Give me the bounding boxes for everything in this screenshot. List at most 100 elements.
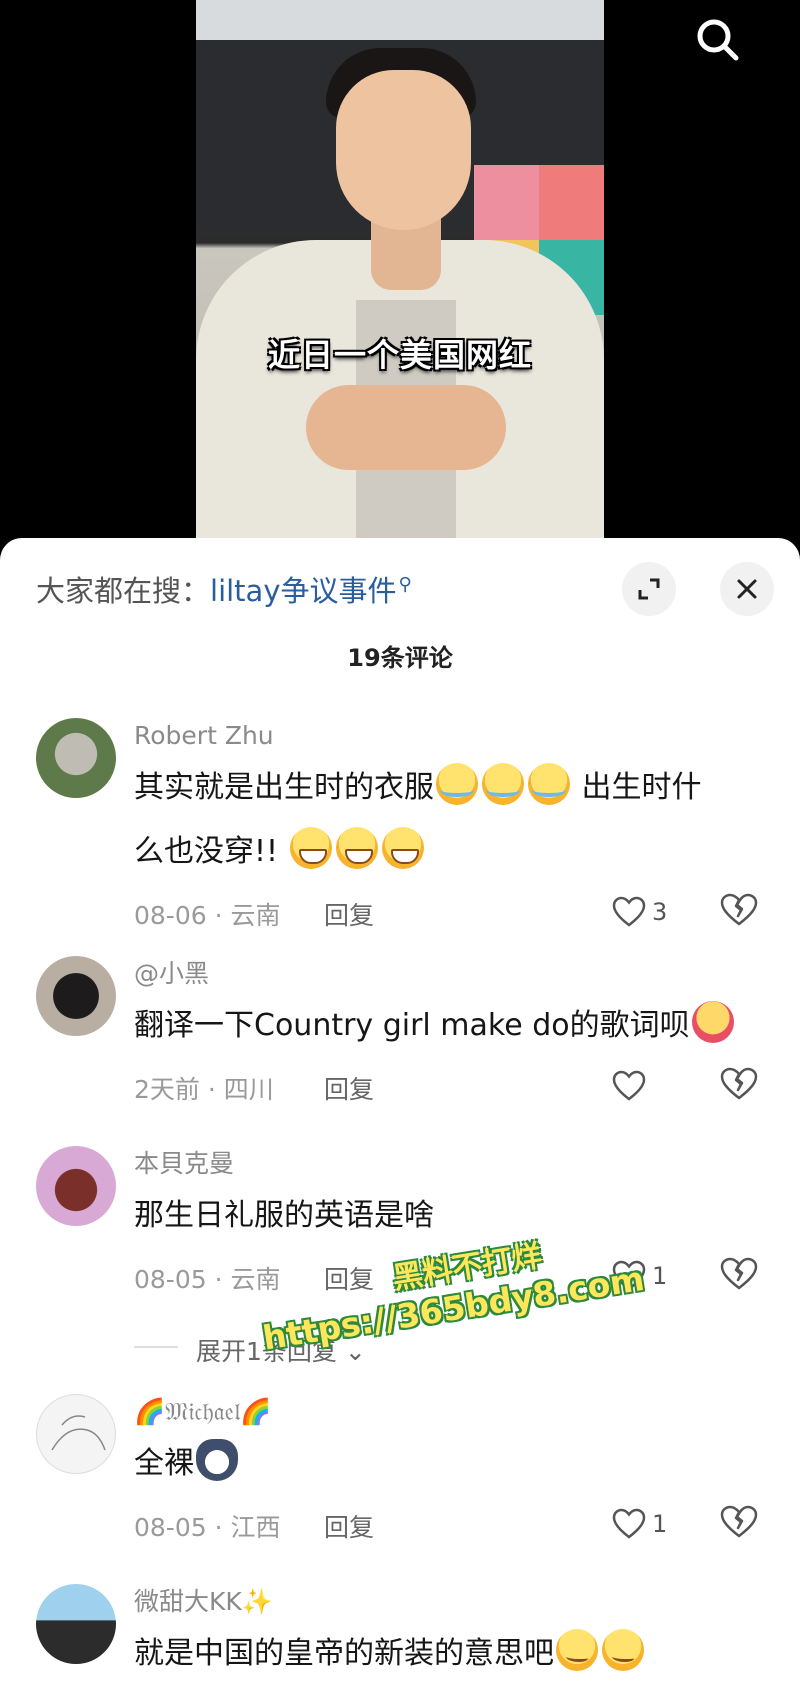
search-icon: [697, 19, 739, 61]
smirk-emoji-icon: [602, 1629, 644, 1671]
comment-sheet: 大家都在搜：liltay争议事件 ⚲ 19条评论 Robert Zhu 其实就是出…: [0, 538, 800, 1700]
expand-replies-divider: [134, 1346, 178, 1348]
comment-author[interactable]: 微甜大KK✨: [134, 1584, 760, 1620]
comment-item: 🌈𝔐𝔦𝔠𝔥𝔞𝔢𝔩🌈 全裸 08-05 · 江西 回复 1: [0, 1394, 800, 1580]
comment-date-location: 08-06 · 云南: [134, 901, 281, 930]
video-player[interactable]: 近日一个美国网红: [0, 0, 800, 545]
hugging-emoji-icon: [691, 1001, 734, 1043]
comment-meta: 08-05 · 云南 回复 1: [134, 1252, 760, 1302]
comment-text: 翻译一下Country girl make do的歌词呗: [134, 994, 760, 1058]
comment-text-part: 出生时什: [572, 770, 702, 805]
dislike-button[interactable]: [719, 1256, 759, 1296]
comment-meta: 2天前 · 四川 回复: [134, 1062, 760, 1112]
avatar[interactable]: [36, 956, 116, 1036]
sheet-header: 大家都在搜：liltay争议事件 ⚲ 19条评论: [0, 538, 800, 688]
reply-button[interactable]: 回复: [324, 896, 374, 932]
like-button[interactable]: 1: [612, 1256, 667, 1296]
avatar[interactable]: [36, 1584, 116, 1664]
comment-text: 其实就是出生时的衣服 出生时什 么也没穿!!: [134, 756, 760, 884]
like-button[interactable]: 1: [612, 1504, 667, 1544]
trending-search-keyword[interactable]: liltay争议事件: [210, 574, 396, 608]
search-small-icon: ⚲: [398, 574, 412, 596]
chevron-down-icon: ⌄: [344, 1337, 366, 1366]
comment-body: Robert Zhu 其实就是出生时的衣服 出生时什 么也没穿!! 08-06 …: [134, 718, 760, 938]
comment-author[interactable]: 🌈𝔐𝔦𝔠𝔥𝔞𝔢𝔩🌈: [134, 1394, 760, 1430]
broken-heart-icon: [720, 1505, 758, 1538]
comment-text: 就是中国的皇帝的新装的意思吧: [134, 1622, 760, 1686]
video-person-face: [336, 70, 471, 230]
close-sheet-button[interactable]: [720, 562, 774, 616]
sparkle-emoji-icon: ✨: [241, 1587, 273, 1616]
comment-text-part: 全裸: [134, 1446, 194, 1481]
comment-text-part: 其实就是出生时的衣服: [134, 770, 434, 805]
expand-replies-label[interactable]: 展开1条回复 ⌄: [196, 1332, 366, 1368]
expand-sheet-button[interactable]: [622, 562, 676, 616]
close-icon: [737, 579, 757, 599]
comment-body: 微甜大KK✨ 就是中国的皇帝的新装的意思吧: [134, 1584, 760, 1686]
dislike-button[interactable]: [719, 892, 759, 932]
comment-text-part: 么也没穿!!: [134, 834, 279, 869]
expand-icon: [638, 578, 660, 600]
comment-item: Robert Zhu 其实就是出生时的衣服 出生时什 么也没穿!! 08-06 …: [0, 718, 800, 956]
comment-date-location: 08-05 · 云南: [134, 1265, 281, 1294]
reply-button[interactable]: 回复: [324, 1070, 374, 1106]
comment-item: 微甜大KK✨ 就是中国的皇帝的新装的意思吧: [0, 1584, 800, 1700]
heart-icon: [612, 1260, 646, 1291]
heart-icon: [612, 1508, 646, 1539]
avatar[interactable]: [36, 1146, 116, 1226]
comment-meta: 08-06 · 云南 回复 3: [134, 888, 760, 938]
grin-sweat-emoji-icon: [335, 827, 378, 869]
comment-author-text: 微甜大KK: [134, 1587, 242, 1616]
sketch-avatar-icon: [51, 1415, 106, 1451]
like-button[interactable]: [612, 1066, 652, 1106]
comment-text-part: 翻译一下Country girl make do的歌词呗: [134, 1008, 690, 1043]
heart-icon: [612, 1070, 646, 1101]
dislike-button[interactable]: [719, 1504, 759, 1544]
like-count: 3: [652, 898, 668, 926]
grin-sweat-emoji-icon: [289, 827, 332, 869]
expand-replies[interactable]: 展开1条回复 ⌄: [0, 1322, 800, 1378]
video-person-hands: [306, 385, 506, 470]
comment-text-part: 就是中国的皇帝的新装的意思吧: [134, 1636, 554, 1671]
comment-date-location: 08-05 · 江西: [134, 1513, 281, 1542]
comment-body: @小黑 翻译一下Country girl make do的歌词呗 2天前 · 四…: [134, 956, 760, 1112]
dog-face-emoji-icon: [196, 1439, 238, 1481]
comment-count: 19条评论: [347, 644, 453, 672]
reply-button[interactable]: 回复: [324, 1508, 374, 1544]
video-frame: 近日一个美国网红: [196, 0, 604, 540]
comment-list: Robert Zhu 其实就是出生时的衣服 出生时什 么也没穿!! 08-06 …: [0, 718, 800, 1700]
search-button[interactable]: [690, 12, 746, 68]
comment-item: 本貝克曼 那生日礼服的英语是啥 08-05 · 云南 回复 1: [0, 1146, 800, 1334]
broken-heart-icon: [720, 1067, 758, 1100]
like-count: 1: [652, 1262, 668, 1290]
like-count: 1: [652, 1510, 668, 1538]
broken-heart-icon: [720, 893, 758, 926]
comment-meta: 08-05 · 江西 回复 1: [134, 1500, 760, 1550]
avatar[interactable]: [36, 1394, 116, 1474]
tears-of-joy-emoji-icon: [528, 763, 570, 805]
trending-search-prefix: 大家都在搜：: [36, 574, 211, 608]
comment-body: 本貝克曼 那生日礼服的英语是啥 08-05 · 云南 回复 1: [134, 1146, 760, 1302]
heart-icon: [612, 896, 646, 927]
video-subtitle: 近日一个美国网红: [267, 336, 532, 374]
comment-author[interactable]: @小黑: [134, 956, 760, 992]
like-button[interactable]: 3: [612, 892, 667, 932]
comment-text: 全裸: [134, 1432, 760, 1496]
video-background-wall: [196, 0, 604, 40]
comment-text: 那生日礼服的英语是啥: [134, 1198, 434, 1233]
reply-button[interactable]: 回复: [324, 1260, 374, 1296]
dislike-button[interactable]: [719, 1066, 759, 1106]
tears-of-joy-emoji-icon: [482, 763, 524, 805]
expand-replies-text: 展开1条回复: [196, 1337, 337, 1366]
comment-author[interactable]: 本貝克曼: [134, 1146, 760, 1182]
avatar[interactable]: [36, 718, 116, 798]
broken-heart-icon: [720, 1257, 758, 1290]
comment-author[interactable]: Robert Zhu: [134, 718, 760, 754]
comment-body: 🌈𝔐𝔦𝔠𝔥𝔞𝔢𝔩🌈 全裸 08-05 · 江西 回复 1: [134, 1394, 760, 1550]
tears-of-joy-emoji-icon: [436, 763, 478, 805]
comment-date-location: 2天前 · 四川: [134, 1075, 274, 1104]
smirk-emoji-icon: [556, 1629, 598, 1671]
comment-item: @小黑 翻译一下Country girl make do的歌词呗 2天前 · 四…: [0, 956, 800, 1146]
grin-sweat-emoji-icon: [381, 827, 424, 869]
trending-search: 大家都在搜：liltay争议事件 ⚲: [36, 568, 412, 610]
